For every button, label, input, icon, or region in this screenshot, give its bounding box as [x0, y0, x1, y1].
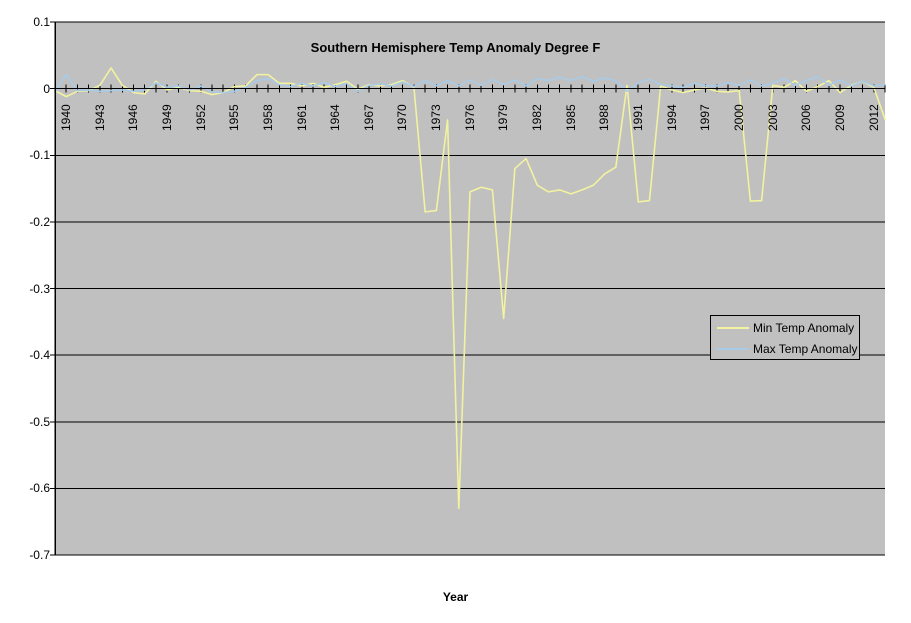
legend-label-min: Min Temp Anomaly — [753, 320, 855, 335]
y-axis-tick-label: 0.1 — [33, 15, 50, 29]
y-axis-tick-label: -0.6 — [29, 481, 50, 496]
legend-color-swatch-max — [717, 347, 749, 350]
y-axis-tick-label: -0.7 — [29, 548, 50, 562]
chart-legend: Min Temp Anomaly Max Temp Anomaly — [710, 315, 860, 360]
y-axis-tick-label: -0.4 — [29, 348, 50, 363]
legend-entry-min-temp-anomaly: Min Temp Anomaly — [711, 317, 854, 338]
chart-plot-area — [50, 21, 886, 556]
y-axis-tick-label: 0 — [43, 81, 50, 96]
legend-entry-max-temp-anomaly: Max Temp Anomaly — [711, 338, 858, 359]
y-axis-tick-label: -0.5 — [29, 414, 50, 429]
legend-label-max: Max Temp Anomaly — [753, 341, 858, 356]
y-axis-tick-labels: 0.1 0 -0.1 -0.2 -0.3 -0.4 -0.5 -0.6 -0.7 — [0, 0, 50, 623]
y-axis-tick-label: -0.1 — [29, 148, 50, 163]
y-axis-tick-label: -0.3 — [29, 281, 50, 296]
y-axis-tick-label: -0.2 — [29, 214, 50, 229]
legend-color-swatch-min — [717, 326, 749, 329]
chart-title: Southern Hemisphere Temp Anomaly Degree … — [310, 40, 601, 55]
chart-container: 0.1 0 -0.1 -0.2 -0.3 -0.4 -0.5 -0.6 -0.7 1940 194… — [0, 0, 911, 623]
x-axis-title: Year — [442, 590, 469, 604]
